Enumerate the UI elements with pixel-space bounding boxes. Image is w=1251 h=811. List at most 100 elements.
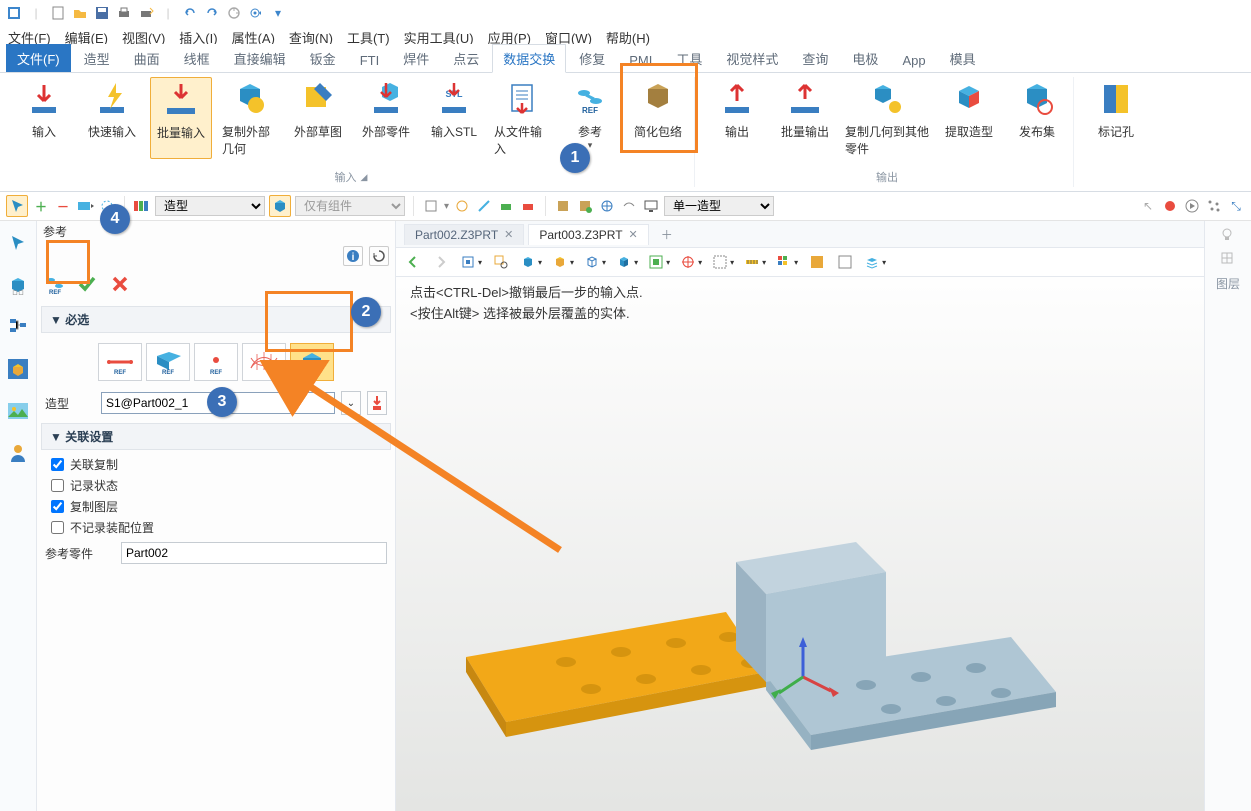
mark-hole-button[interactable]: 标记孔 — [1086, 77, 1146, 142]
color-b-icon[interactable] — [836, 253, 854, 271]
ref-type-surface[interactable] — [242, 343, 286, 381]
app-icon[interactable] — [6, 5, 22, 21]
redo-icon[interactable] — [204, 5, 220, 21]
shape-pick-icon[interactable] — [367, 391, 387, 415]
new-tab-button[interactable]: ＋ — [653, 223, 681, 246]
tool-icon-g[interactable] — [576, 197, 594, 215]
ribbon-tab-query[interactable]: 查询 — [791, 44, 839, 72]
tool-icon-e[interactable] — [519, 197, 537, 215]
ref-type-face[interactable]: REF — [146, 343, 190, 381]
ribbon-tab-sheetmetal[interactable]: 钣金 — [299, 44, 347, 72]
grid-icon[interactable]: ▾ — [712, 254, 734, 270]
layers-icon[interactable]: ▾ — [864, 254, 886, 270]
doc-tab-part003[interactable]: Part003.Z3PRT✕ — [528, 224, 648, 245]
copy-geom-to-button[interactable]: 复制几何到其他零件 — [843, 77, 931, 159]
single-shape-select[interactable]: 单一造型 — [664, 196, 774, 216]
monitor-icon[interactable] — [642, 197, 660, 215]
sidebar-tree-icon[interactable] — [6, 315, 30, 339]
save-icon[interactable] — [94, 5, 110, 21]
ref-type-edge[interactable]: REF — [98, 343, 142, 381]
tool-icon-h[interactable] — [598, 197, 616, 215]
ribbon-tab-app[interactable]: App — [891, 48, 936, 72]
menu-tools[interactable]: 工具(T) — [347, 28, 390, 47]
ext-sketch-button[interactable]: 外部草图 — [288, 77, 348, 159]
sel-mode-icon[interactable] — [76, 197, 94, 215]
ref-type-solid[interactable] — [290, 343, 334, 381]
ribbon-tab-electrode[interactable]: 电极 — [841, 44, 889, 72]
ref-type-point[interactable]: REF — [194, 343, 238, 381]
info-icon[interactable]: i — [343, 246, 363, 266]
open-icon[interactable] — [72, 5, 88, 21]
filter-icon[interactable] — [133, 197, 151, 215]
no-record-asm-input[interactable] — [51, 521, 64, 534]
sidebar-cursor-icon[interactable] — [6, 231, 30, 255]
plus-icon[interactable]: ＋ — [32, 197, 50, 215]
ribbon-tab-pmi[interactable]: PMI — [618, 48, 663, 72]
copy-layer-checkbox[interactable]: 复制图层 — [37, 496, 395, 517]
import-from-file-button[interactable]: 从文件输入 — [492, 77, 552, 159]
shaded-icon[interactable]: ▾ — [616, 254, 638, 270]
ribbon-tab-surface[interactable]: 曲面 — [123, 44, 171, 72]
undo-icon[interactable] — [182, 5, 198, 21]
record-state-input[interactable] — [51, 479, 64, 492]
ribbon-tab-visualstyle[interactable]: 视觉样式 — [715, 44, 789, 72]
ref-part-input[interactable] — [121, 542, 387, 564]
extract-shape-button[interactable]: 提取造型 — [939, 77, 999, 159]
ribbon-tab-pointcloud[interactable]: 点云 — [442, 44, 490, 72]
measure-icon[interactable]: ▾ — [744, 254, 766, 270]
grid-small-icon[interactable] — [1220, 251, 1236, 267]
quick-print-icon[interactable] — [138, 5, 154, 21]
chevron-down-icon[interactable]: ▾ — [588, 140, 593, 151]
tool-icon-c[interactable] — [475, 197, 493, 215]
ribbon-tab-tools[interactable]: 工具 — [665, 44, 713, 72]
reset-icon[interactable] — [369, 246, 389, 266]
tool-icon-i[interactable] — [620, 197, 638, 215]
import-stl-button[interactable]: STL输入STL — [424, 77, 484, 159]
ribbon-tab-mold[interactable]: 模具 — [939, 44, 987, 72]
refresh-icon[interactable] — [226, 5, 242, 21]
ribbon-tab-shape[interactable]: 造型 — [73, 44, 121, 72]
section-icon[interactable]: ▾ — [648, 254, 670, 270]
assoc-copy-input[interactable] — [51, 458, 64, 471]
quick-import-button[interactable]: 快速输入 — [82, 77, 142, 159]
close-icon[interactable]: ✕ — [629, 228, 638, 241]
tool-icon-f[interactable] — [554, 197, 572, 215]
ribbon-tab-fti[interactable]: FTI — [349, 48, 391, 72]
sidebar-user-icon[interactable] — [6, 441, 30, 465]
minus-icon[interactable]: － — [54, 197, 72, 215]
publish-set-button[interactable]: 发布集 — [1007, 77, 1067, 159]
export-button[interactable]: 输出 — [707, 77, 767, 159]
sidebar-cube-icon[interactable]: ロロ — [6, 273, 30, 297]
sidebar-image-icon[interactable] — [6, 399, 30, 423]
new-doc-icon[interactable] — [50, 5, 66, 21]
simplify-env-button[interactable]: 简化包络 — [628, 77, 688, 159]
ribbon-tab-directedit[interactable]: 直接编辑 — [223, 44, 297, 72]
print-icon[interactable] — [116, 5, 132, 21]
canvas-3d[interactable]: 点击<CTRL-Del>撤销最后一步的输入点. <按住Alt键> 选择被最外层覆… — [396, 277, 1204, 811]
import-button[interactable]: 输入 — [14, 77, 74, 159]
ribbon-tab-repair[interactable]: 修复 — [568, 44, 616, 72]
close-icon[interactable]: ✕ — [504, 228, 513, 241]
assoc-section-header[interactable]: ▼ 关联设置 — [41, 423, 391, 450]
ribbon-tab-wireframe[interactable]: 线框 — [173, 44, 221, 72]
back-icon[interactable] — [404, 253, 422, 271]
cube-icon[interactable] — [269, 195, 291, 217]
play-icon[interactable] — [1183, 197, 1201, 215]
palette-icon[interactable]: ▾ — [776, 254, 798, 270]
cancel-button[interactable] — [107, 271, 133, 297]
batch-export-button[interactable]: 批量输出 — [775, 77, 835, 159]
tool-icon-a[interactable] — [422, 197, 440, 215]
layers-label[interactable]: 图层 — [1216, 275, 1240, 292]
required-section-header[interactable]: ▼ 必选 — [41, 306, 391, 333]
chevron-down-icon[interactable]: ▾ — [444, 201, 449, 212]
zoom-window-icon[interactable] — [492, 253, 510, 271]
tool-icon-d[interactable] — [497, 197, 515, 215]
ribbon-tab-dataexchange[interactable]: 数据交换 — [492, 44, 566, 73]
record-icon[interactable] — [1161, 197, 1179, 215]
cursor-icon[interactable] — [6, 195, 28, 217]
forward-icon[interactable] — [432, 253, 450, 271]
batch-import-button[interactable]: 批量输入 — [150, 77, 212, 159]
dialog-launcher-icon[interactable]: ◢ — [361, 172, 368, 183]
bulb-icon[interactable] — [1220, 227, 1236, 243]
ribbon-tab-weld[interactable]: 焊件 — [392, 44, 440, 72]
